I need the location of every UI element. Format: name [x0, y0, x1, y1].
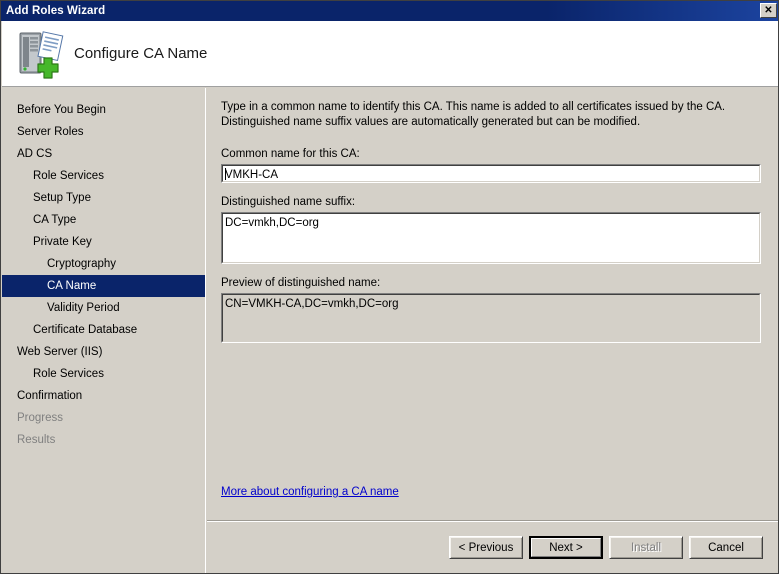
instruction-text: Type in a common name to identify this C… [221, 100, 761, 130]
wizard-step-list: Before You Begin Server Roles AD CS Role… [2, 88, 206, 573]
wizard-button-bar: < Previous Next > Install Cancel [207, 522, 778, 573]
sidebar-item-cryptography[interactable]: Cryptography [2, 253, 205, 275]
sidebar-item-ca-type[interactable]: CA Type [2, 209, 205, 231]
sidebar-item-validity-period[interactable]: Validity Period [2, 297, 205, 319]
window-title: Add Roles Wizard [6, 5, 106, 17]
common-name-input[interactable]: VMKH-CA [221, 164, 761, 183]
wizard-content-pane: Type in a common name to identify this C… [207, 88, 778, 573]
sidebar-item-before-you-begin[interactable]: Before You Begin [2, 99, 205, 121]
sidebar-item-web-server-iis[interactable]: Web Server (IIS) [2, 341, 205, 363]
next-button-label: Next > [549, 541, 583, 554]
sidebar-item-iis-role-services[interactable]: Role Services [2, 363, 205, 385]
dn-suffix-value: DC=vmkh,DC=org [225, 217, 319, 229]
dn-suffix-label: Distinguished name suffix: [221, 196, 356, 208]
close-icon: ✕ [764, 4, 773, 16]
add-roles-wizard-window: Add Roles Wizard ✕ Configure CA Name Bef… [0, 0, 779, 574]
wizard-header: Configure CA Name [2, 21, 778, 87]
sidebar-item-results: Results [17, 434, 56, 446]
dn-suffix-input[interactable]: DC=vmkh,DC=org [221, 212, 761, 264]
sidebar-item-progress: Progress [17, 412, 64, 424]
cancel-button[interactable]: Cancel [689, 536, 763, 559]
install-button: Install [609, 536, 683, 559]
title-bar: Add Roles Wizard ✕ [1, 1, 778, 21]
sidebar-item-private-key[interactable]: Private Key [2, 231, 205, 253]
title-bar-buttons: ✕ [760, 3, 777, 18]
sidebar-item-role-services[interactable]: Role Services [2, 165, 205, 187]
sidebar-item-ca-name[interactable]: CA Name [2, 275, 205, 297]
preview-dn-label: Preview of distinguished name: [221, 277, 381, 289]
preview-dn-field: CN=VMKH-CA,DC=vmkh,DC=org [221, 293, 761, 343]
previous-button[interactable]: < Previous [449, 536, 523, 559]
sidebar-item-certificate-database[interactable]: Certificate Database [2, 319, 205, 341]
sidebar-item-setup-type[interactable]: Setup Type [2, 187, 205, 209]
instruction-line-2: Distinguished name suffix values are aut… [221, 116, 641, 128]
close-button[interactable]: ✕ [760, 3, 777, 18]
preview-dn-value: CN=VMKH-CA,DC=vmkh,DC=org [225, 298, 399, 310]
server-certificate-add-icon [12, 26, 68, 82]
sidebar-item-ad-cs[interactable]: AD CS [2, 143, 205, 165]
instruction-line-1: Type in a common name to identify this C… [221, 101, 726, 113]
next-button[interactable]: Next > [529, 536, 603, 559]
more-about-ca-name-link[interactable]: More about configuring a CA name [221, 486, 399, 498]
sidebar-item-confirmation[interactable]: Confirmation [2, 385, 205, 407]
sidebar-item-server-roles[interactable]: Server Roles [2, 121, 205, 143]
common-name-label: Common name for this CA: [221, 148, 360, 160]
page-title: Configure CA Name [74, 45, 208, 62]
common-name-value: VMKH-CA [225, 169, 279, 181]
